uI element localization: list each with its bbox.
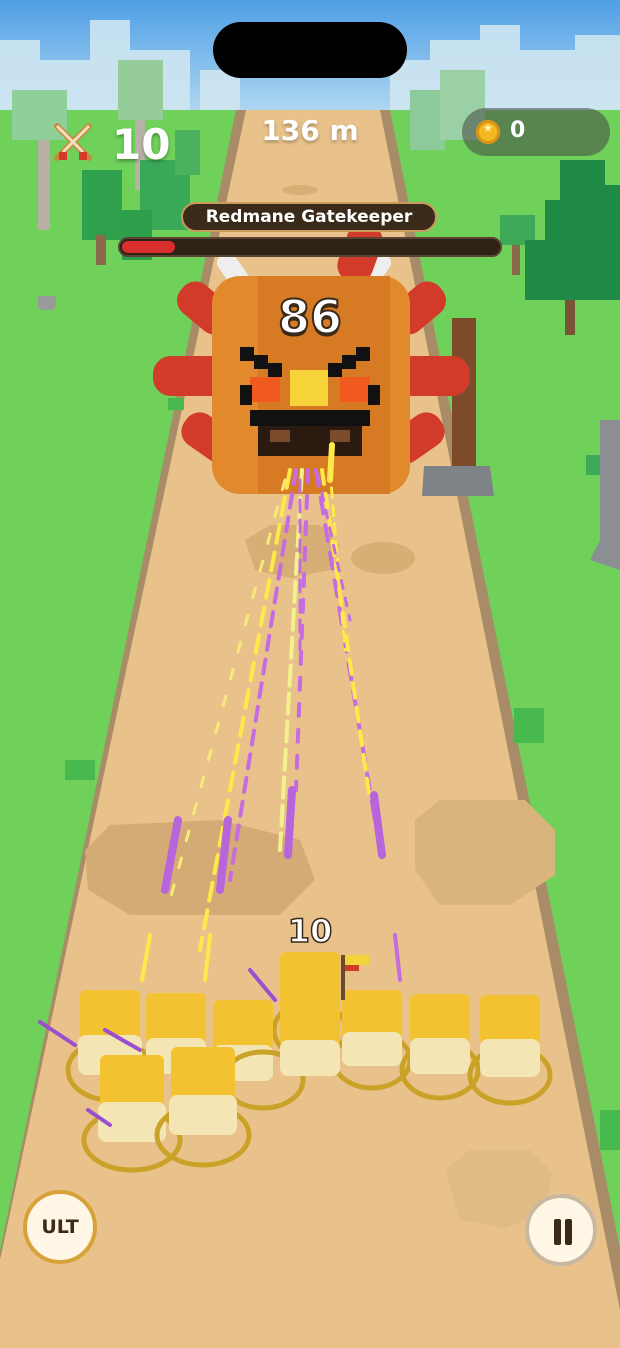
boss-name-banner: Redmane Gatekeeper <box>181 202 437 232</box>
device-notch <box>213 22 407 78</box>
unit <box>280 996 340 1076</box>
ult-button[interactable]: ULT <box>23 1190 97 1264</box>
distance-indicator: 136 m <box>261 114 359 147</box>
pause-button[interactable] <box>525 1194 597 1266</box>
boss-hp-number: 86 <box>277 289 343 345</box>
coin-count: 0 <box>510 118 526 143</box>
squad-count: 10 <box>287 911 333 951</box>
coin-icon <box>476 120 500 144</box>
ult-label: ULT <box>41 1216 79 1238</box>
unit-count: 10 <box>112 120 171 169</box>
pause-icon <box>552 1219 574 1245</box>
boss-health-fill <box>122 241 175 253</box>
coin-panel: 0 <box>462 108 610 156</box>
boss-health-bar <box>118 237 502 257</box>
